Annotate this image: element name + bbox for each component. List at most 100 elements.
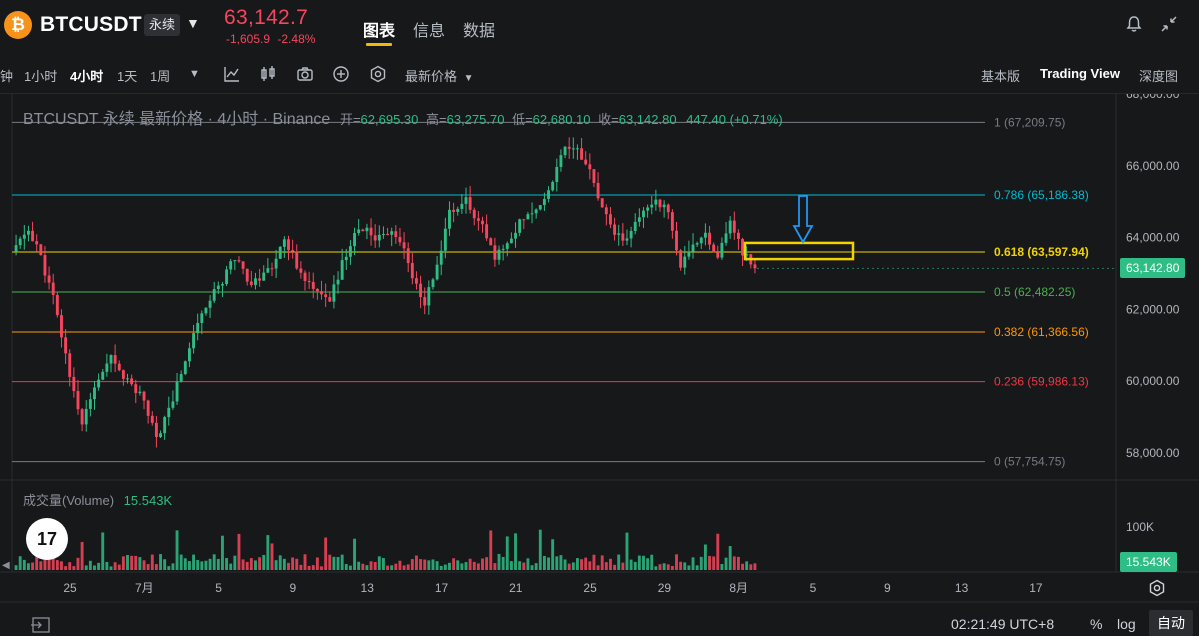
candle-body <box>542 198 546 206</box>
candle-body <box>625 238 629 241</box>
candle-body <box>666 204 670 213</box>
price-change: -1,605.9 -2.48% <box>226 32 315 46</box>
legend-open: 62,695.30 <box>360 112 419 127</box>
volume-bar <box>64 566 68 570</box>
volume-bar <box>464 562 468 570</box>
interval-1w[interactable]: 1周 <box>150 66 170 85</box>
candle-body <box>472 209 476 219</box>
tab-info[interactable]: 信息 <box>413 17 445 41</box>
candle-body <box>171 401 175 408</box>
bell-icon[interactable] <box>1124 14 1144 34</box>
candle-body <box>670 212 674 231</box>
volume-bar <box>683 562 687 570</box>
settings-hex-icon[interactable] <box>368 64 388 84</box>
volume-bar <box>270 543 274 570</box>
tab-data[interactable]: 数据 <box>463 17 495 41</box>
legend-open-label: 开= <box>339 112 361 127</box>
candle-body <box>452 209 456 212</box>
volume-bar <box>183 558 187 570</box>
candle-body <box>468 197 472 210</box>
candle-body <box>357 229 361 234</box>
candle-body <box>642 210 645 218</box>
candle-body <box>93 387 96 400</box>
candle-body <box>31 230 35 242</box>
tab-chart[interactable]: 图表 <box>363 17 395 41</box>
percent-toggle[interactable]: % <box>1090 616 1102 632</box>
volume-bar <box>596 565 600 570</box>
candle-body <box>604 207 608 215</box>
candle-body <box>14 245 18 252</box>
view-tradingview[interactable]: Trading View <box>1040 66 1120 81</box>
candle-body <box>35 241 39 245</box>
x-tick-label: 17 <box>1029 581 1043 595</box>
candle-body <box>130 378 134 385</box>
header: ₿ BTCUSDT 永续 ▼ 63,142.7 -1,605.9 -2.48% … <box>0 0 1199 56</box>
candle-body <box>216 285 220 290</box>
interval-1h[interactable]: 1小时 <box>24 66 57 85</box>
x-tick-label: 17 <box>435 581 449 595</box>
volume-bar <box>427 560 431 570</box>
add-indicator-icon[interactable] <box>331 64 351 84</box>
candle-body <box>621 233 625 241</box>
candle-body <box>547 190 550 199</box>
log-toggle[interactable]: log <box>1117 616 1136 632</box>
volume-bar <box>179 554 183 570</box>
volume-bar <box>295 558 299 570</box>
interval-min[interactable]: 钟 <box>0 66 13 85</box>
volume-bar <box>741 563 744 570</box>
volume-bar <box>97 562 101 570</box>
price-change-pct: -2.48% <box>277 32 316 46</box>
candle-body <box>410 263 414 279</box>
chart-settings-icon[interactable] <box>1147 578 1167 598</box>
volume-bar <box>658 564 662 570</box>
indicator-chart-icon[interactable] <box>222 64 242 84</box>
fib-label-1: 1 (67,209.75) <box>994 115 1065 129</box>
goto-realtime-icon[interactable] <box>30 614 54 636</box>
price-chart[interactable]: 1 (67,209.75) 0.786 (65,186.38) 0.618 (63,… <box>0 94 1199 636</box>
candle-body <box>51 282 55 295</box>
x-tick-label: 25 <box>583 581 597 595</box>
candle-body <box>138 391 142 394</box>
candle-body <box>538 205 542 210</box>
volume-bar <box>369 561 373 570</box>
volume-bar <box>629 559 633 570</box>
candle-body <box>266 268 270 273</box>
interval-more-caret-icon[interactable]: ▼ <box>189 68 200 80</box>
candle-body <box>229 261 233 270</box>
volume-bar <box>423 559 427 570</box>
candle-body <box>716 252 720 258</box>
view-depth[interactable]: 深度图 <box>1139 66 1178 85</box>
candle-body <box>654 199 658 205</box>
volume-bar <box>703 544 707 570</box>
interval-1d[interactable]: 1天 <box>117 66 137 85</box>
volume-bar <box>666 564 670 570</box>
clock-timezone[interactable]: 02:21:49 UTC+8 <box>951 616 1054 632</box>
scroll-left-icon[interactable]: ◀ <box>2 560 10 571</box>
volume-bar <box>142 560 146 570</box>
candle-body <box>340 260 344 280</box>
candle-body <box>237 260 241 262</box>
symbol-name[interactable]: BTCUSDT <box>40 13 142 37</box>
chart-area[interactable]: 1 (67,209.75) 0.786 (65,186.38) 0.618 (63,… <box>0 94 1199 636</box>
volume-bar <box>105 561 109 570</box>
interval-4h[interactable]: 4小时 <box>70 66 103 85</box>
candle-body <box>526 214 530 220</box>
collapse-icon[interactable] <box>1159 14 1179 34</box>
view-basic[interactable]: 基本版 <box>981 66 1020 85</box>
candle-body <box>460 203 464 209</box>
candle-body <box>369 227 373 236</box>
auto-scale-button[interactable]: 自动 <box>1149 610 1193 636</box>
candle-body <box>699 237 703 244</box>
volume-bar <box>415 555 418 570</box>
candle-body <box>163 417 167 434</box>
volume-bar <box>452 558 456 570</box>
caret-down-icon[interactable]: ▼ <box>186 15 200 31</box>
candle-style-icon[interactable] <box>258 64 278 84</box>
candle-body <box>683 256 687 268</box>
volume-bar <box>732 556 736 570</box>
candle-body <box>518 219 522 233</box>
camera-icon[interactable] <box>295 64 315 84</box>
candle-body <box>534 209 538 214</box>
volume-bar <box>241 559 245 570</box>
price-type-dropdown[interactable]: 最新价格 ▼ <box>405 66 474 85</box>
